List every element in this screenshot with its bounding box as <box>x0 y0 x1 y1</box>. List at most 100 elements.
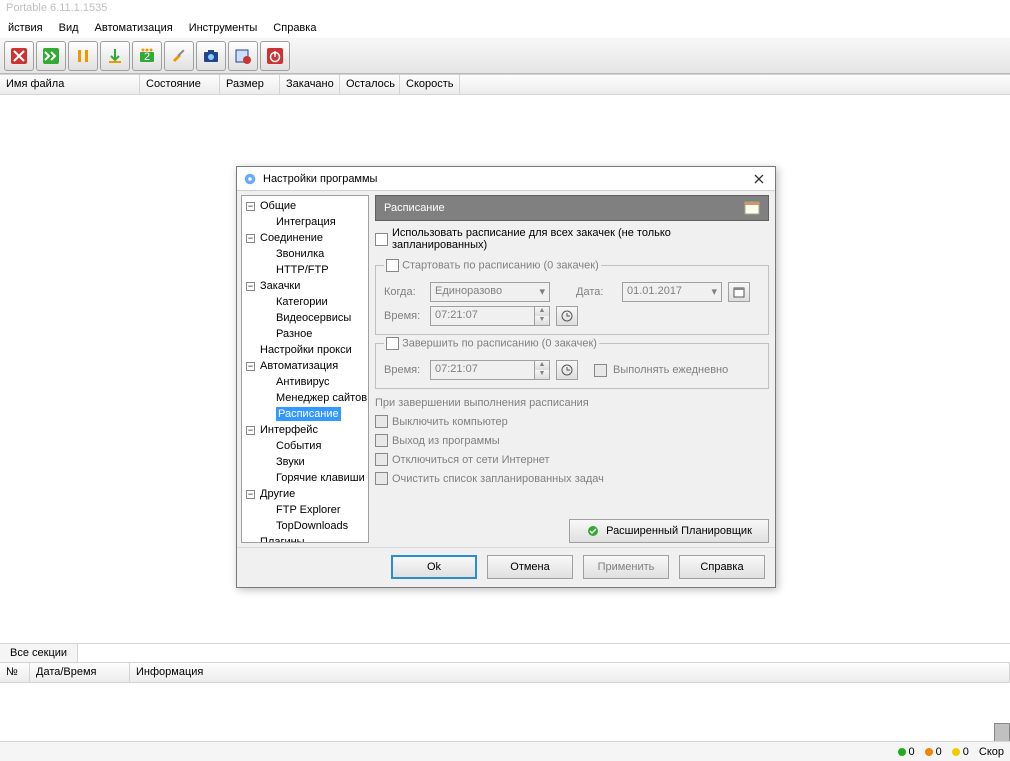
menu-actions[interactable]: йствия <box>4 20 47 36</box>
start-time-input[interactable]: 07:21:07▲▼ <box>430 306 550 326</box>
settings-dialog: Настройки программы −Общие Интеграция −С… <box>236 166 776 588</box>
clock-icon <box>561 310 573 322</box>
scrollbar-thumb[interactable] <box>994 723 1010 743</box>
status-dot-green-icon <box>898 748 906 756</box>
daily-label: Выполнять ежедневно <box>613 364 728 376</box>
tree-dialer[interactable]: Звонилка <box>242 246 368 262</box>
tree-hotkeys[interactable]: Горячие клавиши <box>242 470 368 486</box>
finish-checkbox[interactable] <box>386 337 399 350</box>
pane-header: Расписание <box>375 195 769 221</box>
calendar-icon <box>733 286 745 298</box>
exit-checkbox[interactable] <box>375 434 388 447</box>
start-checkbox[interactable] <box>386 259 399 272</box>
toolbar-add-button[interactable] <box>100 41 130 71</box>
col-speed[interactable]: Скорость <box>400 75 460 94</box>
shutdown-checkbox[interactable] <box>375 415 388 428</box>
log-body <box>0 683 1010 743</box>
tree-sitemgr[interactable]: Менеджер сайтов <box>242 390 368 406</box>
chevron-down-icon: ▾ <box>711 285 717 299</box>
toolbar-record-button[interactable] <box>228 41 258 71</box>
tree-ftp[interactable]: FTP Explorer <box>242 502 368 518</box>
when-select[interactable]: Единоразово▾ <box>430 282 550 302</box>
menu-automation[interactable]: Автоматизация <box>91 20 177 36</box>
daily-checkbox[interactable] <box>594 364 607 377</box>
date-input[interactable]: 01.01.2017▾ <box>622 282 722 302</box>
calendar-button[interactable] <box>728 282 750 302</box>
finish-time-label: Время: <box>384 364 424 376</box>
tree-misc[interactable]: Разное <box>242 326 368 342</box>
toolbar-stop-button[interactable] <box>4 41 34 71</box>
status-count-b: 0 <box>936 746 942 758</box>
status-count-c: 0 <box>963 746 969 758</box>
tree-other[interactable]: −Другие <box>242 486 368 502</box>
finish-now-button[interactable] <box>556 360 578 380</box>
tree-interface[interactable]: −Интерфейс <box>242 422 368 438</box>
tree-schedule[interactable]: Расписание <box>242 406 368 422</box>
toolbar-batch-button[interactable]: 2 <box>132 41 162 71</box>
tree-topdl[interactable]: TopDownloads <box>242 518 368 534</box>
tree-video[interactable]: Видеосервисы <box>242 310 368 326</box>
disconnect-label: Отключиться от сети Интернет <box>392 454 550 466</box>
tab-all-sections[interactable]: Все секции <box>0 644 78 662</box>
dialog-title: Настройки программы <box>263 173 377 185</box>
status-count-a: 0 <box>909 746 915 758</box>
menu-view[interactable]: Вид <box>55 20 83 36</box>
log-col-info[interactable]: Информация <box>130 663 1010 682</box>
tree-plugins[interactable]: Плагины <box>242 534 368 543</box>
col-state[interactable]: Состояние <box>140 75 220 94</box>
tree-general[interactable]: −Общие <box>242 198 368 214</box>
apply-button[interactable]: Применить <box>583 555 669 579</box>
calendar-header-icon <box>744 200 760 216</box>
log-col-datetime[interactable]: Дата/Время <box>30 663 130 682</box>
toolbar-power-button[interactable] <box>260 41 290 71</box>
finish-group: Завершить по расписанию (0 закачек) Врем… <box>375 337 769 389</box>
use-schedule-checkbox[interactable] <box>375 233 388 246</box>
col-filename[interactable]: Имя файла <box>0 75 140 94</box>
tree-connection[interactable]: −Соединение <box>242 230 368 246</box>
tree-integration[interactable]: Интеграция <box>242 214 368 230</box>
col-size[interactable]: Размер <box>220 75 280 94</box>
toolbar-start-button[interactable] <box>36 41 66 71</box>
tree-events[interactable]: События <box>242 438 368 454</box>
time-label: Время: <box>384 310 424 322</box>
clock-icon <box>561 364 573 376</box>
tree-categories[interactable]: Категории <box>242 294 368 310</box>
ok-button[interactable]: Ok <box>391 555 477 579</box>
toolbar-pause-button[interactable] <box>68 41 98 71</box>
tree-automation[interactable]: −Автоматизация <box>242 358 368 374</box>
date-label: Дата: <box>576 286 616 298</box>
status-bar: 0 0 0 Скор <box>0 741 1010 761</box>
settings-tree[interactable]: −Общие Интеграция −Соединение Звонилка H… <box>241 195 369 543</box>
finish-time-input[interactable]: 07:21:07▲▼ <box>430 360 550 380</box>
settings-icon <box>243 172 257 186</box>
disconnect-checkbox[interactable] <box>375 453 388 466</box>
col-remaining[interactable]: Осталось <box>340 75 400 94</box>
cancel-button[interactable]: Отмена <box>487 555 573 579</box>
finish-group-label: Завершить по расписанию (0 закачек) <box>402 337 597 349</box>
clear-label: Очистить список запланированных задач <box>392 473 604 485</box>
toolbar-settings-button[interactable] <box>164 41 194 71</box>
scheduler-icon <box>586 524 600 538</box>
window-title: Portable 6.11.1.1535 <box>0 0 1010 18</box>
exit-label: Выход из программы <box>392 435 500 447</box>
status-dot-orange-icon <box>925 748 933 756</box>
tree-sounds[interactable]: Звуки <box>242 454 368 470</box>
tree-proxy[interactable]: Настройки прокси <box>242 342 368 358</box>
tree-antivirus[interactable]: Антивирус <box>242 374 368 390</box>
chevron-down-icon: ▾ <box>539 285 545 299</box>
log-col-num[interactable]: № <box>0 663 30 682</box>
close-button[interactable] <box>749 171 769 187</box>
tree-downloads[interactable]: −Закачки <box>242 278 368 294</box>
toolbar-capture-button[interactable] <box>196 41 226 71</box>
help-button[interactable]: Справка <box>679 555 765 579</box>
when-label: Когда: <box>384 286 424 298</box>
menu-tools[interactable]: Инструменты <box>185 20 262 36</box>
col-downloaded[interactable]: Закачано <box>280 75 340 94</box>
tree-httpftp[interactable]: HTTP/FTP <box>242 262 368 278</box>
clear-checkbox[interactable] <box>375 472 388 485</box>
menu-help[interactable]: Справка <box>269 20 320 36</box>
onfinish-title: При завершении выполнения расписания <box>375 397 769 409</box>
close-icon <box>754 174 764 184</box>
advanced-scheduler-button[interactable]: Расширенный Планировщик <box>569 519 769 543</box>
now-button[interactable] <box>556 306 578 326</box>
